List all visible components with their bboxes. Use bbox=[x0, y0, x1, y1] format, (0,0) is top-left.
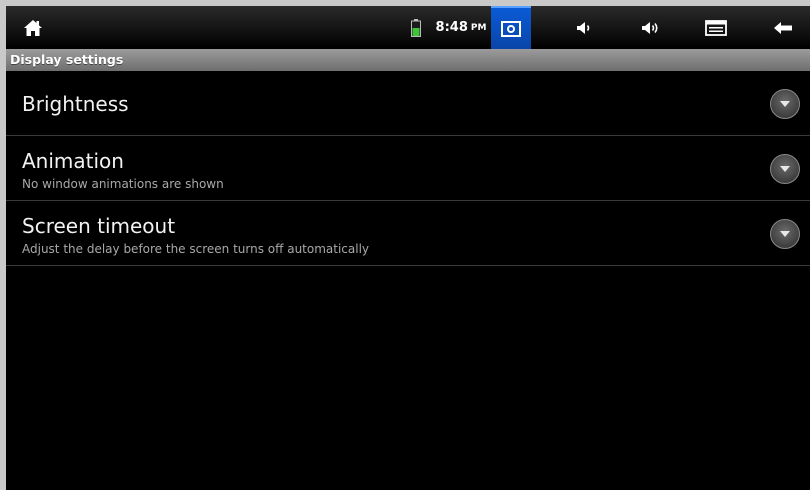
chevron-down-icon[interactable] bbox=[770, 154, 800, 184]
setting-title: Animation bbox=[22, 149, 124, 173]
clock-time: 8:48 bbox=[435, 20, 468, 35]
chevron-down-icon[interactable] bbox=[770, 219, 800, 249]
back-icon[interactable] bbox=[766, 6, 800, 49]
chevron-down-icon[interactable] bbox=[770, 89, 800, 119]
setting-summary: No window animations are shown bbox=[22, 177, 224, 191]
setting-title: Brightness bbox=[22, 92, 129, 116]
volume-down-icon[interactable] bbox=[569, 6, 599, 49]
settings-list: Brightness Animation No window animation… bbox=[6, 71, 810, 266]
clock-ampm: PM bbox=[470, 22, 487, 33]
setting-title: Screen timeout bbox=[22, 214, 176, 238]
status-clock: 8:48 PM bbox=[431, 6, 491, 49]
device-screen: 8:48 PM Display settings Brightness Anim… bbox=[6, 6, 810, 490]
screenshot-icon[interactable] bbox=[491, 6, 531, 49]
setting-summary: Adjust the delay before the screen turns… bbox=[22, 242, 370, 256]
setting-brightness[interactable]: Brightness bbox=[6, 71, 810, 136]
setting-screen-timeout[interactable]: Screen timeout Adjust the delay before t… bbox=[6, 201, 810, 266]
menu-icon[interactable] bbox=[699, 6, 733, 49]
setting-animation[interactable]: Animation No window animations are shown bbox=[6, 136, 810, 201]
home-icon[interactable] bbox=[16, 6, 50, 49]
battery-icon bbox=[410, 6, 422, 49]
status-bar: 8:48 PM bbox=[6, 6, 810, 49]
page-title: Display settings bbox=[6, 49, 810, 71]
volume-up-icon[interactable] bbox=[634, 6, 668, 49]
